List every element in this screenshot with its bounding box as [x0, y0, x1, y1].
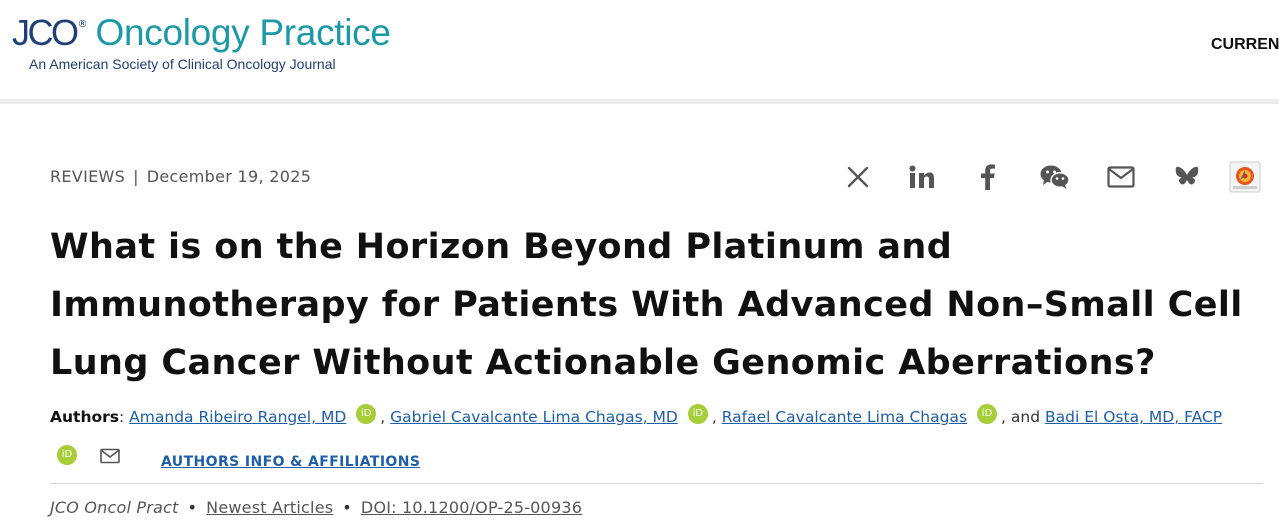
orcid-icon[interactable]: iD [356, 404, 377, 424]
author-link[interactable]: Amanda Ribeiro Rangel, MD [129, 408, 346, 426]
orcid-icon[interactable]: iD [977, 404, 998, 424]
authors-label: Authors [50, 408, 119, 426]
nav-current-issue[interactable]: CURREN [1211, 36, 1279, 54]
authors-affiliations-link[interactable]: AUTHORS INFO & AFFILIATIONS [161, 454, 420, 470]
author-link[interactable]: Badi El Osta, MD, FACP [1045, 408, 1222, 426]
logo-tagline: An American Society of Clinical Oncology… [29, 56, 336, 72]
linkedin-icon[interactable] [905, 160, 939, 194]
article-section: REVIEWS [50, 167, 126, 186]
author-tools: iD AUTHORS INFO & AFFILIATIONS [50, 445, 650, 475]
citation-bullet: • [187, 498, 198, 517]
newest-articles-link[interactable]: Newest Articles [206, 498, 333, 517]
citation-line: JCO Oncol Pract • Newest Articles • DOI: 10.… [50, 498, 582, 517]
doi-link[interactable]: DOI: 10.1200/OP-25-00936 [361, 498, 582, 517]
citation-bullet: • [342, 498, 352, 517]
author-list: Authors: Amanda Ribeiro Rangel, MD iD, Ga… [50, 404, 1275, 426]
author-link[interactable]: Gabriel Cavalcante Lima Chagas, MD [390, 408, 678, 426]
site-header: JCO ® Oncology Practice An American Soci… [0, 0, 1279, 100]
logo-wordmark: JCO ® Oncology Practice [12, 12, 391, 54]
journal-abbrev: JCO Oncol Pract [50, 498, 179, 517]
mendeley-icon[interactable] [1228, 160, 1262, 194]
logo-journal-name: Oncology Practice [95, 12, 391, 53]
article-meta: REVIEWS | December 19, 2025 [50, 167, 311, 186]
logo-registered-mark: ® [77, 19, 88, 30]
orcid-icon[interactable]: iD [57, 445, 77, 465]
orcid-icon[interactable]: iD [687, 404, 708, 424]
logo-prefix: JCO [12, 12, 79, 53]
wechat-icon[interactable] [1038, 160, 1072, 194]
author-link[interactable]: Rafael Cavalcante Lima Chagas [722, 408, 967, 426]
bluesky-icon[interactable] [1170, 160, 1204, 194]
email-icon[interactable] [1104, 160, 1138, 194]
citation-divider [50, 483, 1263, 484]
meta-separator: | [133, 167, 139, 186]
article-title: What is on the Horizon Beyond Platinum a… [50, 227, 1243, 383]
x-icon[interactable] [841, 160, 875, 194]
author-and: , and [1001, 408, 1041, 426]
article-date: December 19, 2025 [146, 167, 312, 186]
journal-logo[interactable]: JCO ® Oncology Practice An American Soci… [12, 12, 391, 72]
email-author-icon[interactable] [100, 448, 120, 468]
facebook-icon[interactable] [971, 160, 1005, 194]
share-toolbar [843, 160, 1263, 196]
header-divider [0, 99, 1279, 104]
authors-colon: : [119, 408, 125, 426]
author-comma: , [380, 408, 386, 426]
author-comma: , [711, 408, 717, 426]
